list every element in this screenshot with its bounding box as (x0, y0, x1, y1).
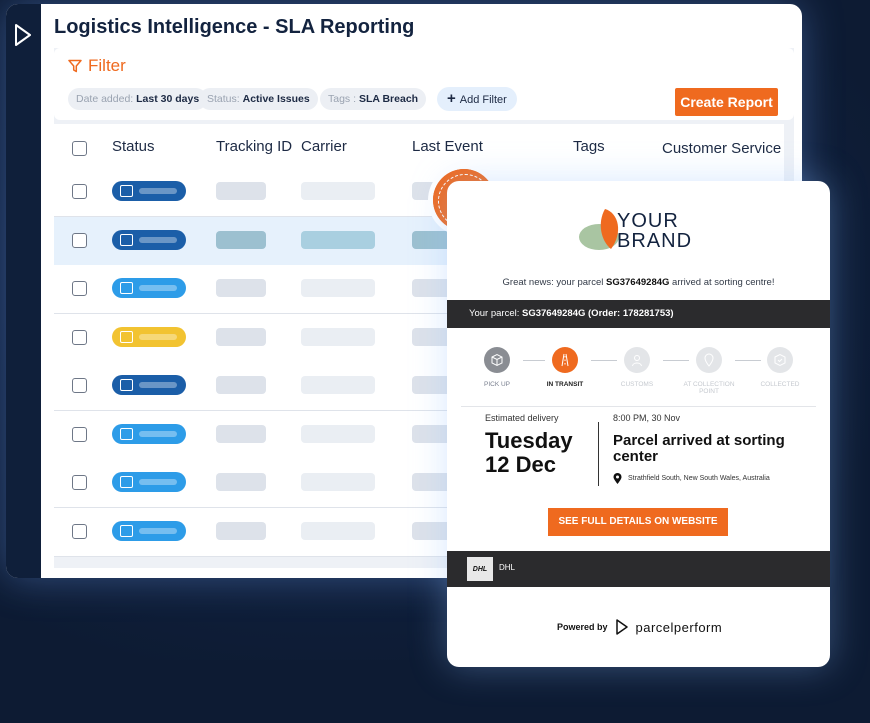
step-collected (767, 347, 793, 373)
estimated-day: Tuesday (485, 428, 573, 453)
step-collection-point (696, 347, 722, 373)
tracking-number: SG37649284G (606, 277, 670, 288)
parcel-detail: SG37649284G (Order: 178281753) (522, 308, 674, 319)
estimated-delivery-date: Tuesday 12 Dec (485, 429, 573, 477)
event-title: Parcel arrived at sorting center (613, 432, 785, 465)
estimated-delivery-label: Estimated delivery (485, 413, 559, 423)
step-label-collection-point: AT COLLECTION POINT (683, 381, 735, 395)
brand-line2: BRAND (617, 230, 693, 252)
parcel-prefix: Your parcel: (469, 308, 522, 319)
step-label-pickup: PICK UP (483, 381, 510, 388)
app-logo-icon (15, 24, 31, 46)
email-notification-card: YOUR BRAND Great news: your parcel SG376… (447, 181, 830, 667)
box-icon (491, 353, 503, 367)
carrier-bar: DHL DHL (447, 551, 830, 587)
customs-icon (632, 355, 642, 367)
step-connector (663, 360, 689, 361)
event-time: 8:00 PM, 30 Nov (613, 413, 681, 423)
box-check-icon (774, 353, 786, 367)
location-pin-icon (704, 353, 714, 367)
step-connector (735, 360, 761, 361)
location-pin-icon (613, 473, 622, 484)
step-customs (624, 347, 650, 373)
step-label-customs: CUSTOMS (620, 381, 654, 388)
vertical-divider (598, 422, 599, 486)
great-news-suffix: arrived at sorting centre! (669, 277, 775, 288)
brand-name: YOUR BRAND (617, 211, 692, 251)
brand-line1: YOUR (617, 210, 679, 232)
step-connector (523, 360, 545, 361)
parcel-info-bar: Your parcel: SG37649284G (Order: 1782817… (447, 300, 830, 328)
powered-by-label: Powered by (557, 622, 608, 632)
step-label-collected: COLLECTED (760, 381, 800, 388)
step-pickup (484, 347, 510, 373)
dhl-logo: DHL (467, 557, 493, 581)
step-in-transit (552, 347, 578, 373)
great-news-message: Great news: your parcel SG37649284G arri… (447, 277, 830, 288)
estimated-date: 12 Dec (485, 452, 556, 477)
parcelperform-name: parcelperform (635, 619, 723, 635)
event-location: Strathfield South, New South Wales, Aust… (613, 473, 770, 484)
road-icon (561, 353, 569, 367)
side-rail (6, 4, 41, 578)
great-news-prefix: Great news: your parcel (502, 277, 607, 288)
step-label-in-transit: IN TRANSIT (546, 381, 584, 388)
page-title: Logistics Intelligence - SLA Reporting (54, 16, 415, 38)
powered-by: Powered by parcelperform (557, 619, 722, 635)
parcelperform-logo-icon (615, 619, 628, 635)
brand-logo: YOUR BRAND (577, 203, 727, 263)
progress-steps: PICK UP IN TRANSIT CUSTOMS AT COLLECTION… (447, 339, 830, 399)
dhl-logo-text: DHL (472, 565, 488, 573)
card-divider (461, 406, 816, 407)
step-connector (591, 360, 617, 361)
see-full-details-button[interactable]: SEE FULL DETAILS ON WEBSITE (548, 508, 728, 536)
event-location-text: Strathfield South, New South Wales, Aust… (628, 475, 770, 482)
carrier-name: DHL (499, 563, 516, 572)
